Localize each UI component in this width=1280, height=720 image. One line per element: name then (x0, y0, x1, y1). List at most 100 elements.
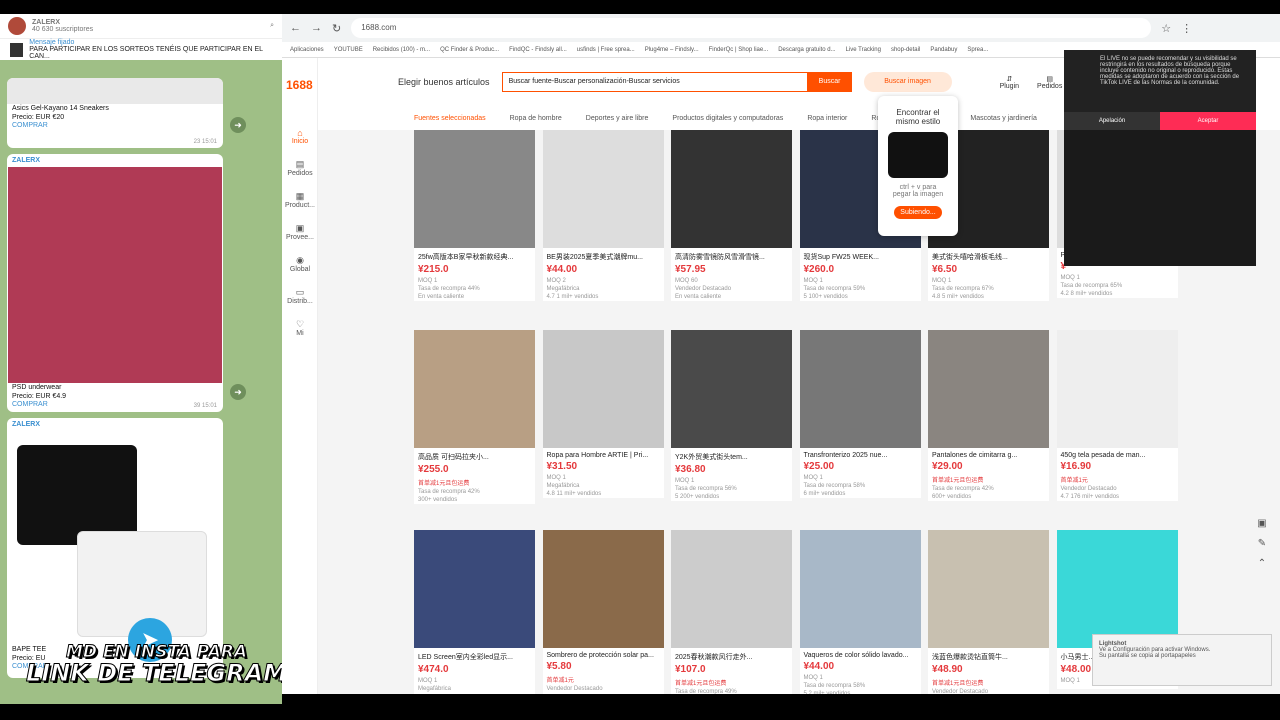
product-card[interactable]: 高清防雾雪镜防风雪滑雪镜... ¥57.95 MOQ 60 Vendedor Dest… (671, 130, 792, 301)
appeal-button[interactable]: Apelación (1064, 112, 1160, 130)
product-title[interactable]: BE男装2025夏季美式潮牌mu... (543, 248, 664, 262)
search-button[interactable]: Buscar (807, 72, 852, 92)
buy-link[interactable]: COMPRAR (7, 401, 223, 408)
product-image[interactable] (799, 530, 921, 648)
product-card[interactable]: Ropa para Hombre ARTIE | Pri... ¥31.50 MOQ… (542, 330, 664, 498)
product-image[interactable] (671, 330, 792, 448)
product-title[interactable]: Y2K外贸美式街头tem... (671, 448, 792, 462)
left-nav-item[interactable]: ▤ Pedidos (282, 159, 318, 177)
product-title[interactable]: 现货Sup FW25 WEEK... (800, 248, 921, 262)
product-title[interactable]: Ropa para Hombre ARTIE | Pri... (543, 448, 664, 459)
product-title[interactable]: 450g tela pesada de man... (1057, 448, 1178, 459)
feedback-icon[interactable]: ▣ (1254, 514, 1270, 534)
product-image[interactable] (414, 130, 535, 248)
buy-link[interactable]: COMPRAR (7, 122, 223, 129)
category-selector[interactable]: Elegir buenos artículos (398, 77, 490, 87)
bookmark-item[interactable]: Descarga gratuito d... (778, 47, 835, 53)
uploading-button[interactable]: Subiendo... (894, 206, 942, 219)
product-image[interactable] (928, 530, 1049, 648)
product-image[interactable] (414, 330, 535, 448)
search-input[interactable]: Buscar fuente-Buscar personalización-Bus… (501, 72, 808, 92)
product-title[interactable]: 高清防雾雪镜防风雪滑雪镜... (671, 248, 792, 262)
left-nav-item[interactable]: ♡ Mi (282, 319, 318, 337)
bookmark-item[interactable]: Live Tracking (846, 47, 881, 53)
product-card[interactable]: Pantalones de cimitarra g... ¥29.00 首单减1元且… (928, 330, 1049, 501)
product-card[interactable]: BE男装2025夏季美式潮牌mu... ¥44.00 MOQ 2 Megafábric… (542, 130, 664, 301)
left-nav-item[interactable]: ▭ Distrib... (282, 287, 318, 305)
product-card[interactable]: LED Screen室内全彩led显示... ¥474.0 MOQ 1 Megafáb… (414, 530, 535, 694)
product-image[interactable] (542, 130, 664, 248)
extensions-icon[interactable]: ⋮ (1181, 22, 1192, 35)
left-nav-item[interactable]: ▦ Product... (282, 191, 318, 209)
product-card[interactable]: 450g tela pesada de man... ¥16.90 首单减1元 Ven… (1056, 330, 1178, 501)
product-card[interactable]: 高品质 可扫码拉夹小... ¥255.0 首单减1元且包运费 Tasa de reco… (414, 330, 535, 504)
left-nav-item[interactable]: ▣ Provee... (282, 223, 318, 241)
product-image[interactable] (542, 530, 664, 648)
product-card[interactable]: Y2K外贸美式街头tem... ¥36.80 MOQ 1 Tasa de recomp… (671, 330, 792, 501)
category-tab[interactable]: Productos digitales y computadoras (672, 115, 783, 122)
product-image[interactable] (671, 130, 792, 248)
product-card[interactable]: Sombrero de protección solar pa... ¥5.80 首… (542, 530, 664, 694)
star-icon[interactable]: ☆ (1161, 22, 1171, 35)
bookmark-item[interactable]: Sprea... (967, 47, 988, 53)
product-title[interactable]: 美式街头嘻哈滑板毛线... (928, 248, 1049, 262)
category-tab[interactable]: Mascotas y jardinería (970, 115, 1037, 122)
bookmark-item[interactable]: QC Finder & Produc... (440, 47, 499, 53)
product-image[interactable] (1056, 530, 1178, 648)
image-search-button[interactable]: Buscar imagen (863, 72, 952, 92)
forward-icon[interactable]: → (311, 22, 322, 34)
pinned-message[interactable]: Mensaje fijado PARA PARTICIPAR EN LOS SOR… (0, 38, 282, 60)
reload-icon[interactable]: ↻ (332, 22, 341, 35)
bookmark-item[interactable]: FindQC - Findsly all... (509, 47, 567, 53)
product-photo (7, 78, 223, 104)
bookmark-item[interactable]: FinderQc | Shop liae... (709, 47, 769, 53)
bookmark-item[interactable]: Pandabuy (930, 47, 957, 53)
orders-button[interactable]: ▤ Pedidos (1037, 75, 1062, 90)
search-icon[interactable]: ⌕ (270, 22, 274, 30)
category-tab[interactable]: Ropa interior (807, 115, 847, 122)
left-nav-item[interactable]: ◉ Global (282, 255, 318, 273)
product-title[interactable]: Pantalones de cimitarra g... (928, 448, 1049, 459)
product-title[interactable]: 高品质 可扫码拉夹小... (414, 448, 535, 462)
url-field[interactable]: 1688.com (351, 18, 1152, 38)
product-card[interactable]: 浅蓝色爆款烫钻直筒牛... ¥48.90 首单减1元且包运费 Vendedor Des… (928, 530, 1049, 694)
product-image[interactable] (1056, 330, 1178, 448)
bookmark-item[interactable]: shop-detail (891, 47, 920, 53)
back-icon[interactable]: ← (290, 22, 301, 34)
product-title[interactable]: 2025春秋潮款风行走外... (671, 648, 792, 662)
bookmark-item[interactable]: Recibidos (100) - m... (373, 47, 430, 53)
bookmark-item[interactable]: usfinds | Free sprea... (577, 47, 635, 53)
bookmark-item[interactable]: YOUTUBE (334, 47, 363, 53)
share-icon[interactable]: ➜ (230, 384, 246, 400)
scroll-top-icon[interactable]: ⌃ (1254, 554, 1270, 574)
pinned-label: Mensaje fijado (29, 39, 75, 46)
product-image[interactable] (414, 530, 535, 648)
product-card[interactable]: Transfronterizo 2025 nue... ¥25.00 MOQ 1 Ta… (799, 330, 921, 498)
product-image[interactable] (671, 530, 792, 648)
product-card[interactable]: 25fw高版本B家早秋新款经典... ¥215.0 MOQ 1 Tasa de rec… (414, 130, 535, 301)
product-image[interactable] (928, 330, 1049, 448)
product-image[interactable] (799, 330, 921, 448)
product-card[interactable]: Vaqueros de color sólido lavado... ¥44.00… (799, 530, 921, 694)
product-card[interactable]: 2025春秋潮款风行走外... ¥107.0 首单减1元且包运费 Tasa de re… (671, 530, 792, 694)
product-title[interactable]: 25fw高版本B家早秋新款经典... (414, 248, 535, 262)
product-title[interactable]: LED Screen室内全彩led显示... (414, 648, 535, 662)
bookmark-item[interactable]: Plug4me – Findsly... (645, 47, 699, 53)
left-nav-item[interactable]: ⌂ Inicio (282, 128, 318, 145)
category-tab[interactable]: Ropa de hombre (510, 115, 562, 122)
category-tab[interactable]: Deportes y aire libre (586, 115, 649, 122)
share-icon[interactable]: ➜ (230, 117, 246, 133)
product-title[interactable]: Sombrero de protección solar pa... (543, 648, 664, 659)
channel-avatar[interactable] (8, 17, 26, 35)
product-price: ¥31.50 (546, 461, 578, 472)
plugin-button[interactable]: ⇵ Plugin (1000, 75, 1019, 90)
bookmark-item[interactable]: Aplicaciones (290, 47, 324, 53)
product-image[interactable] (542, 330, 664, 448)
product-title[interactable]: Transfronterizo 2025 nue... (800, 448, 921, 459)
edit-icon[interactable]: ✎ (1254, 534, 1270, 554)
product-title[interactable]: Vaqueros de color sólido lavado... (800, 648, 921, 659)
accept-button[interactable]: Aceptar (1160, 112, 1256, 130)
product-title[interactable]: 浅蓝色爆款烫钻直筒牛... (928, 648, 1049, 662)
category-tab[interactable]: Fuentes seleccionadas (414, 115, 486, 122)
windows-toast[interactable]: Lightshot Ve a Configuración para activa… (1092, 634, 1272, 686)
